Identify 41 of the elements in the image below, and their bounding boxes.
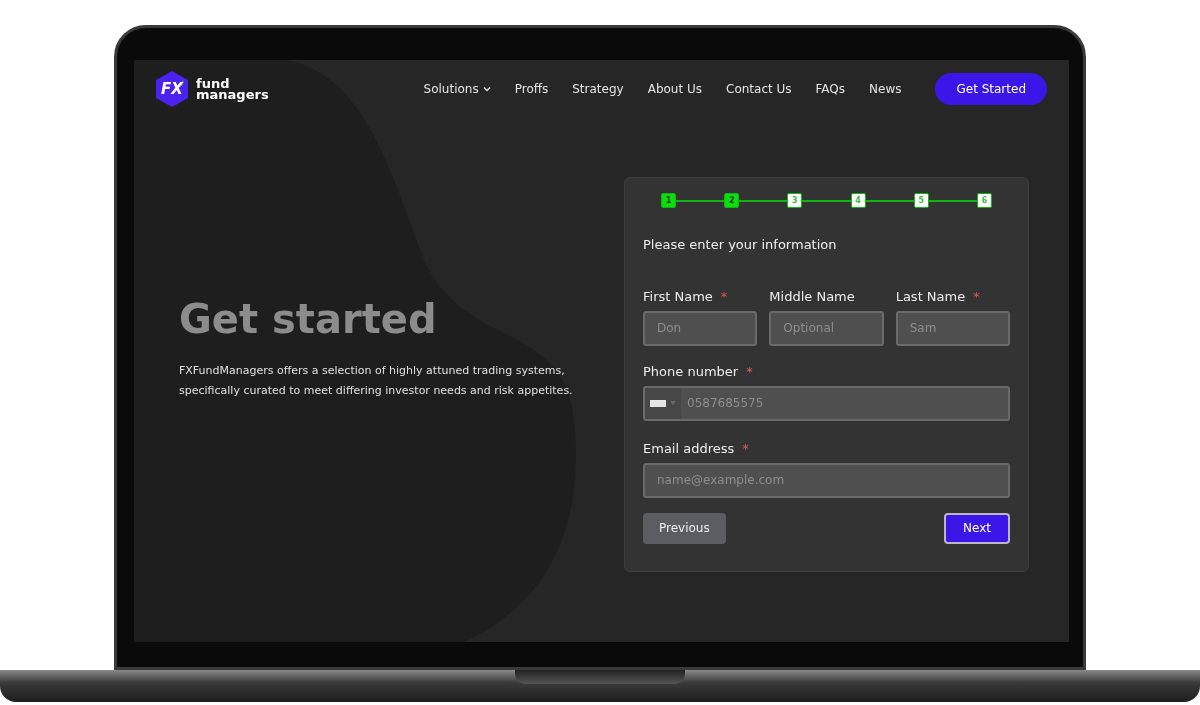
phone-number-input[interactable]: 0587685575: [681, 387, 1008, 419]
nav-link[interactable]: FAQs: [815, 80, 846, 98]
logo-text: fund: [196, 78, 231, 89]
logo-badge: FX: [154, 70, 190, 108]
required-mark: *: [973, 287, 980, 306]
required-mark: *: [746, 362, 753, 381]
field-label: Email address: [643, 439, 735, 458]
name-input[interactable]: Optional: [769, 310, 884, 346]
required-mark: *: [720, 287, 728, 306]
chevron-down-icon: [482, 86, 491, 92]
flag-icon: [650, 399, 666, 407]
nav-link[interactable]: Contact Us: [726, 80, 792, 98]
step-indicator: 6: [977, 193, 992, 208]
logo-text: managers: [196, 89, 269, 100]
nav-link[interactable]: Solutions: [423, 80, 491, 98]
country-selector[interactable]: [645, 387, 681, 419]
name-input[interactable]: Don: [643, 310, 758, 346]
step-indicator: 2: [724, 193, 740, 208]
nav-link[interactable]: Proffs: [514, 80, 549, 98]
nav-link[interactable]: About Us: [647, 80, 702, 98]
next-button[interactable]: Next: [944, 512, 1010, 544]
step-indicator: 3: [787, 193, 803, 208]
step-indicator: 5: [913, 193, 929, 208]
form-title: Please enter your information: [643, 236, 838, 254]
nav-link[interactable]: Strategy: [572, 80, 624, 98]
previous-button[interactable]: Previous: [643, 512, 726, 544]
phone-field[interactable]: 0587685575: [643, 385, 1010, 421]
caret-icon: [670, 401, 676, 405]
step-indicator: 4: [850, 193, 866, 208]
get-started-button[interactable]: Get Started: [935, 73, 1047, 105]
hero-title: Get started: [179, 299, 438, 339]
nav-link[interactable]: News: [869, 80, 902, 98]
email-input[interactable]: name@example.com: [643, 462, 1010, 498]
field-label: First Name: [643, 287, 713, 306]
step-indicator: 1: [661, 193, 676, 208]
hero-text: FXFundManagers offers a selection of highly attuned trading systems, specifically curated to meet differing investor needs and risk appetites.: [179, 363, 574, 399]
field-label: Middle Name: [769, 287, 855, 306]
name-input[interactable]: Sam: [895, 310, 1010, 346]
required-mark: *: [742, 439, 749, 458]
field-label: Phone number: [643, 362, 739, 381]
field-label: Last Name: [895, 287, 966, 306]
